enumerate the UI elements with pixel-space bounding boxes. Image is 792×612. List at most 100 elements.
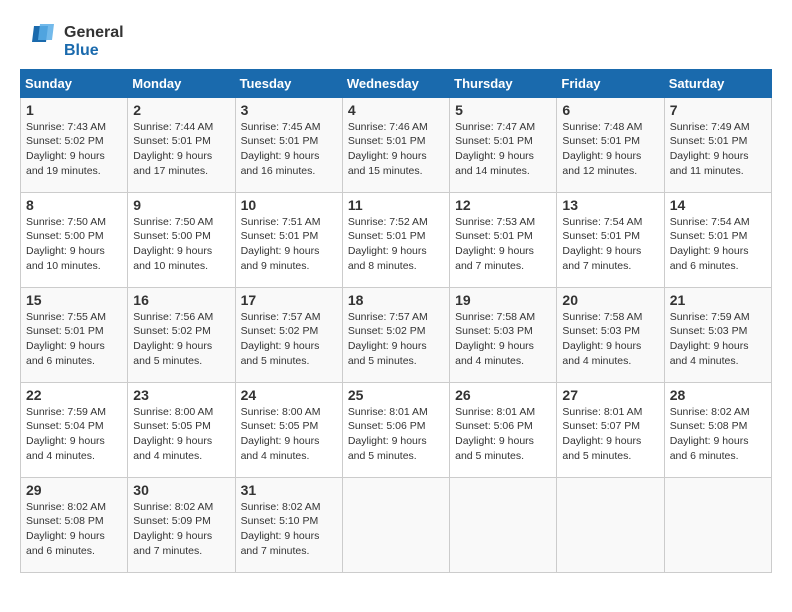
day-info: Sunrise: 8:02 AM Sunset: 5:09 PM Dayligh… (133, 500, 229, 559)
day-info: Sunrise: 7:53 AM Sunset: 5:01 PM Dayligh… (455, 215, 551, 274)
logo-text-general: General (64, 24, 124, 42)
day-number: 14 (670, 197, 766, 213)
calendar-cell: 9 Sunrise: 7:50 AM Sunset: 5:00 PM Dayli… (128, 192, 235, 287)
day-number: 11 (348, 197, 444, 213)
day-info: Sunrise: 7:57 AM Sunset: 5:02 PM Dayligh… (348, 310, 444, 369)
calendar-cell: 8 Sunrise: 7:50 AM Sunset: 5:00 PM Dayli… (21, 192, 128, 287)
weekday-header: Sunday (21, 69, 128, 97)
calendar-week-row: 8 Sunrise: 7:50 AM Sunset: 5:00 PM Dayli… (21, 192, 772, 287)
weekday-header: Wednesday (342, 69, 449, 97)
day-number: 3 (241, 102, 337, 118)
day-number: 17 (241, 292, 337, 308)
calendar-cell: 16 Sunrise: 7:56 AM Sunset: 5:02 PM Dayl… (128, 287, 235, 382)
weekday-header: Monday (128, 69, 235, 97)
calendar-cell: 22 Sunrise: 7:59 AM Sunset: 5:04 PM Dayl… (21, 382, 128, 477)
calendar-cell: 30 Sunrise: 8:02 AM Sunset: 5:09 PM Dayl… (128, 477, 235, 572)
day-info: Sunrise: 7:59 AM Sunset: 5:04 PM Dayligh… (26, 405, 122, 464)
day-info: Sunrise: 7:55 AM Sunset: 5:01 PM Dayligh… (26, 310, 122, 369)
day-info: Sunrise: 7:54 AM Sunset: 5:01 PM Dayligh… (562, 215, 658, 274)
day-info: Sunrise: 7:54 AM Sunset: 5:01 PM Dayligh… (670, 215, 766, 274)
day-number: 5 (455, 102, 551, 118)
day-info: Sunrise: 7:56 AM Sunset: 5:02 PM Dayligh… (133, 310, 229, 369)
day-number: 31 (241, 482, 337, 498)
calendar-cell: 21 Sunrise: 7:59 AM Sunset: 5:03 PM Dayl… (664, 287, 771, 382)
day-info: Sunrise: 8:02 AM Sunset: 5:08 PM Dayligh… (26, 500, 122, 559)
day-number: 15 (26, 292, 122, 308)
day-info: Sunrise: 7:58 AM Sunset: 5:03 PM Dayligh… (455, 310, 551, 369)
calendar-week-row: 1 Sunrise: 7:43 AM Sunset: 5:02 PM Dayli… (21, 97, 772, 192)
day-number: 4 (348, 102, 444, 118)
day-number: 30 (133, 482, 229, 498)
day-number: 29 (26, 482, 122, 498)
calendar-week-row: 15 Sunrise: 7:55 AM Sunset: 5:01 PM Dayl… (21, 287, 772, 382)
calendar-cell: 13 Sunrise: 7:54 AM Sunset: 5:01 PM Dayl… (557, 192, 664, 287)
day-info: Sunrise: 7:47 AM Sunset: 5:01 PM Dayligh… (455, 120, 551, 179)
day-number: 8 (26, 197, 122, 213)
weekday-header: Tuesday (235, 69, 342, 97)
calendar-week-row: 29 Sunrise: 8:02 AM Sunset: 5:08 PM Dayl… (21, 477, 772, 572)
day-info: Sunrise: 7:49 AM Sunset: 5:01 PM Dayligh… (670, 120, 766, 179)
day-info: Sunrise: 7:51 AM Sunset: 5:01 PM Dayligh… (241, 215, 337, 274)
day-info: Sunrise: 8:02 AM Sunset: 5:10 PM Dayligh… (241, 500, 337, 559)
calendar-cell: 11 Sunrise: 7:52 AM Sunset: 5:01 PM Dayl… (342, 192, 449, 287)
day-info: Sunrise: 8:01 AM Sunset: 5:06 PM Dayligh… (348, 405, 444, 464)
day-number: 19 (455, 292, 551, 308)
day-number: 12 (455, 197, 551, 213)
day-info: Sunrise: 7:58 AM Sunset: 5:03 PM Dayligh… (562, 310, 658, 369)
day-info: Sunrise: 8:02 AM Sunset: 5:08 PM Dayligh… (670, 405, 766, 464)
weekday-header-row: SundayMondayTuesdayWednesdayThursdayFrid… (21, 69, 772, 97)
day-number: 6 (562, 102, 658, 118)
weekday-header: Friday (557, 69, 664, 97)
calendar-cell: 4 Sunrise: 7:46 AM Sunset: 5:01 PM Dayli… (342, 97, 449, 192)
day-number: 27 (562, 387, 658, 403)
weekday-header: Saturday (664, 69, 771, 97)
calendar-cell: 15 Sunrise: 7:55 AM Sunset: 5:01 PM Dayl… (21, 287, 128, 382)
day-number: 23 (133, 387, 229, 403)
weekday-header: Thursday (450, 69, 557, 97)
day-number: 18 (348, 292, 444, 308)
day-number: 7 (670, 102, 766, 118)
day-number: 25 (348, 387, 444, 403)
day-number: 16 (133, 292, 229, 308)
day-info: Sunrise: 7:45 AM Sunset: 5:01 PM Dayligh… (241, 120, 337, 179)
day-number: 20 (562, 292, 658, 308)
calendar-cell: 18 Sunrise: 7:57 AM Sunset: 5:02 PM Dayl… (342, 287, 449, 382)
calendar-week-row: 22 Sunrise: 7:59 AM Sunset: 5:04 PM Dayl… (21, 382, 772, 477)
calendar-cell: 10 Sunrise: 7:51 AM Sunset: 5:01 PM Dayl… (235, 192, 342, 287)
calendar-cell: 12 Sunrise: 7:53 AM Sunset: 5:01 PM Dayl… (450, 192, 557, 287)
calendar-cell: 29 Sunrise: 8:02 AM Sunset: 5:08 PM Dayl… (21, 477, 128, 572)
calendar-cell: 19 Sunrise: 7:58 AM Sunset: 5:03 PM Dayl… (450, 287, 557, 382)
calendar-cell: 2 Sunrise: 7:44 AM Sunset: 5:01 PM Dayli… (128, 97, 235, 192)
day-info: Sunrise: 8:00 AM Sunset: 5:05 PM Dayligh… (133, 405, 229, 464)
day-info: Sunrise: 7:52 AM Sunset: 5:01 PM Dayligh… (348, 215, 444, 274)
calendar-cell: 23 Sunrise: 8:00 AM Sunset: 5:05 PM Dayl… (128, 382, 235, 477)
calendar-cell: 28 Sunrise: 8:02 AM Sunset: 5:08 PM Dayl… (664, 382, 771, 477)
calendar-cell: 6 Sunrise: 7:48 AM Sunset: 5:01 PM Dayli… (557, 97, 664, 192)
calendar-cell: 17 Sunrise: 7:57 AM Sunset: 5:02 PM Dayl… (235, 287, 342, 382)
logo: General Blue (20, 24, 124, 61)
calendar-cell: 1 Sunrise: 7:43 AM Sunset: 5:02 PM Dayli… (21, 97, 128, 192)
header: General Blue (20, 20, 772, 61)
day-info: Sunrise: 7:50 AM Sunset: 5:00 PM Dayligh… (133, 215, 229, 274)
day-number: 21 (670, 292, 766, 308)
day-number: 28 (670, 387, 766, 403)
day-info: Sunrise: 8:00 AM Sunset: 5:05 PM Dayligh… (241, 405, 337, 464)
calendar-body: 1 Sunrise: 7:43 AM Sunset: 5:02 PM Dayli… (21, 97, 772, 572)
day-info: Sunrise: 7:50 AM Sunset: 5:00 PM Dayligh… (26, 215, 122, 274)
day-info: Sunrise: 8:01 AM Sunset: 5:07 PM Dayligh… (562, 405, 658, 464)
calendar-cell: 5 Sunrise: 7:47 AM Sunset: 5:01 PM Dayli… (450, 97, 557, 192)
day-info: Sunrise: 8:01 AM Sunset: 5:06 PM Dayligh… (455, 405, 551, 464)
day-number: 10 (241, 197, 337, 213)
calendar-cell (557, 477, 664, 572)
day-info: Sunrise: 7:57 AM Sunset: 5:02 PM Dayligh… (241, 310, 337, 369)
logo-graphic (20, 24, 62, 60)
day-number: 1 (26, 102, 122, 118)
calendar-cell: 3 Sunrise: 7:45 AM Sunset: 5:01 PM Dayli… (235, 97, 342, 192)
day-info: Sunrise: 7:44 AM Sunset: 5:01 PM Dayligh… (133, 120, 229, 179)
calendar-cell: 14 Sunrise: 7:54 AM Sunset: 5:01 PM Dayl… (664, 192, 771, 287)
calendar-cell: 27 Sunrise: 8:01 AM Sunset: 5:07 PM Dayl… (557, 382, 664, 477)
day-number: 26 (455, 387, 551, 403)
day-number: 9 (133, 197, 229, 213)
calendar-cell: 25 Sunrise: 8:01 AM Sunset: 5:06 PM Dayl… (342, 382, 449, 477)
logo-text-blue: Blue (64, 42, 124, 60)
